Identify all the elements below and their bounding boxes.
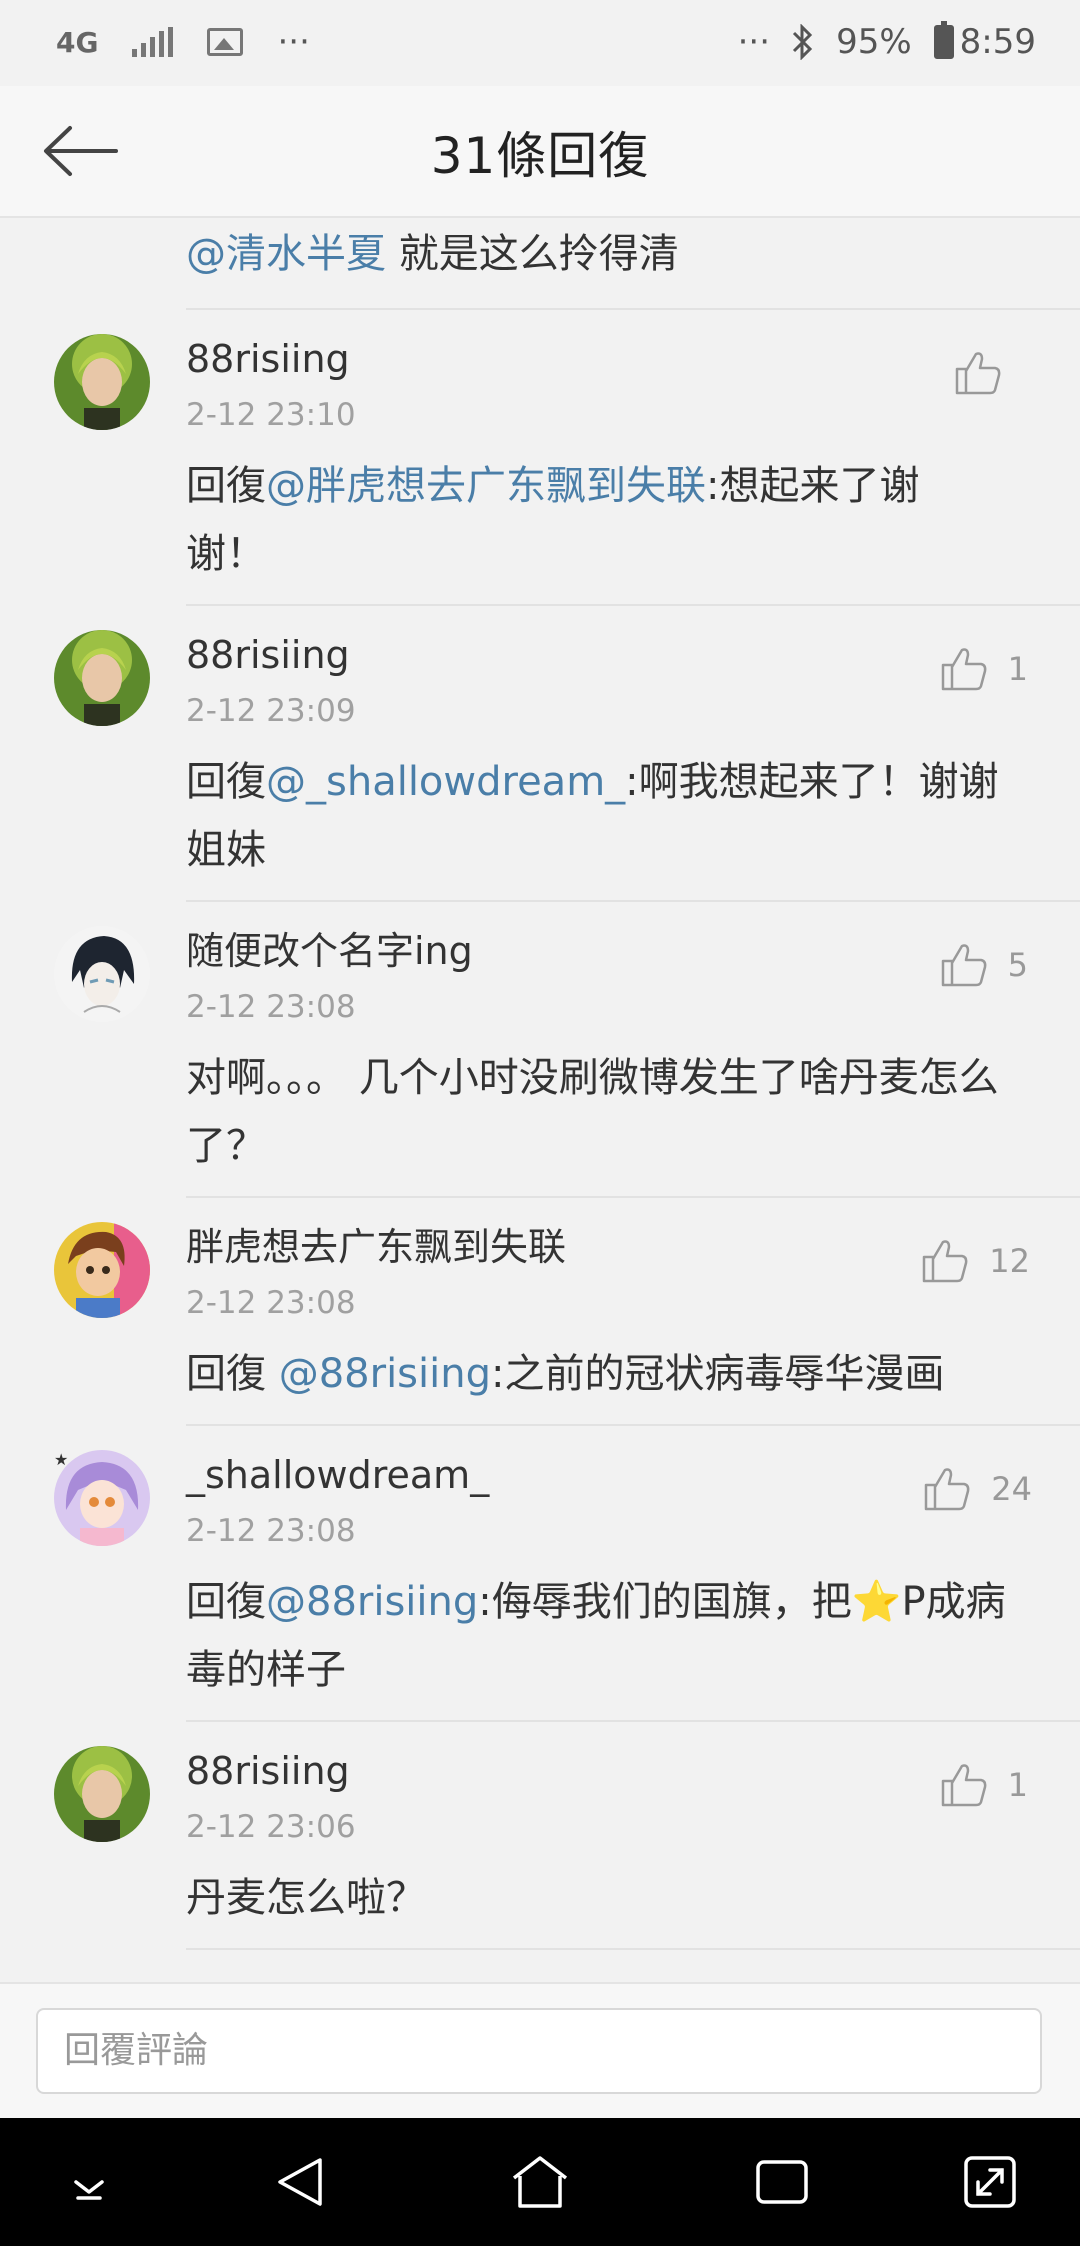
comment-text: 回復 @88risiing:之前的冠状病毒辱华漫画 — [186, 1340, 1030, 1424]
commenter-name[interactable]: 88risiing — [186, 632, 1030, 678]
avatar[interactable] — [54, 1222, 150, 1318]
comment-time: 2-12 23:10 — [186, 397, 356, 433]
clock: 8:59 — [959, 22, 1036, 62]
bluetooth-icon — [793, 24, 813, 60]
reply-bar: 回覆評論 — [0, 1982, 1080, 2118]
commenter-name[interactable]: 随便改个名字ing — [186, 928, 1030, 974]
comment-content: 对啊。。。 几个小时没刷微博发生了啥丹麦怎么了？ — [186, 1055, 999, 1169]
reply-prefix: 回復 — [186, 1351, 279, 1397]
expand-icon[interactable] — [960, 2152, 1020, 2212]
like-button[interactable]: 12 — [921, 1238, 1030, 1284]
like-button[interactable]: 1 — [940, 1762, 1028, 1808]
comment-item[interactable]: ★ _shallowdream_ 2-12 23:08 回復@88risiing… — [0, 1426, 1080, 1722]
recents-icon[interactable] — [752, 2152, 812, 2212]
thumbs-up-icon — [955, 352, 1001, 395]
comment-text: 回復@胖虎想去广东飘到失联:想起来了谢谢！ — [186, 452, 1030, 604]
signal-icon — [132, 27, 174, 57]
commenter-name[interactable]: 88risiing — [186, 336, 1030, 382]
reply-prefix: 回復 — [186, 759, 266, 805]
avatar[interactable] — [54, 926, 150, 1022]
comment-text: 回復@88risiing:侮辱我们的国旗，把⭐P成病毒的样子 — [186, 1568, 1030, 1720]
reply-prefix: 回復 — [186, 1579, 266, 1625]
more-notifications-icon: ··· — [277, 22, 310, 62]
mention-link[interactable]: @_shallowdream_ — [266, 759, 625, 805]
back-triangle-icon[interactable] — [272, 2152, 332, 2212]
thumbs-up-icon — [923, 1240, 968, 1283]
comment-item[interactable]: 88risiing 2-12 23:10 回復@胖虎想去广东飘到失联:想起来了谢… — [0, 310, 1080, 606]
commenter-name[interactable]: 胖虎想去广东飘到失联 — [186, 1224, 1030, 1270]
chevron-down-icon[interactable] — [64, 2152, 114, 2212]
comment-item[interactable]: 胖虎想去广东飘到失联 2-12 23:08 回復 @88risiing:之前的冠… — [0, 1198, 1080, 1426]
battery-icon — [933, 21, 954, 59]
reply-input[interactable]: 回覆評論 — [36, 2008, 1042, 2094]
header: 31條回復 — [0, 86, 1080, 218]
comment-time: 2-12 23:06 — [186, 1809, 356, 1845]
more-status-icon: ··· — [737, 22, 771, 62]
like-count: 1 — [1007, 1766, 1028, 1804]
mention-link[interactable]: @88risiing — [279, 1351, 491, 1397]
like-count: 24 — [991, 1470, 1032, 1508]
like-button[interactable]: 1 — [940, 646, 1028, 692]
mention-link[interactable]: @胖虎想去广东飘到失联 — [266, 463, 706, 509]
thumbs-up-icon — [925, 1468, 970, 1511]
network-indicator: 4G — [56, 25, 99, 59]
thumbs-up-icon — [941, 1764, 987, 1807]
comment-list[interactable]: @清水半夏 就是这么拎得清 88risiing 2-12 23:10 回復@胖虎… — [0, 220, 1080, 1982]
like-button[interactable]: 24 — [923, 1466, 1032, 1512]
comment-time: 2-12 23:08 — [186, 1285, 356, 1321]
home-icon[interactable] — [508, 2152, 572, 2212]
comment-item[interactable]: 88risiing 2-12 23:06 丹麦怎么啦？ 1 — [0, 1722, 1080, 1950]
navigation-bar — [0, 2118, 1080, 2246]
comment-time: 2-12 23:09 — [186, 693, 356, 729]
mention-link[interactable]: @清水半夏 — [186, 231, 386, 277]
comment-text: 回復@_shallowdream_:啊我想起来了！谢谢姐妹 — [186, 748, 1030, 900]
comment-time: 2-12 23:08 — [186, 989, 356, 1025]
comment-item[interactable]: 随便改个名字ing 2-12 23:08 对啊。。。 几个小时没刷微博发生了啥丹… — [0, 902, 1080, 1198]
avatar[interactable]: ★ — [54, 1450, 150, 1546]
like-button[interactable] — [954, 350, 1022, 396]
avatar[interactable] — [54, 1746, 150, 1842]
thumbs-up-icon — [941, 648, 987, 691]
comment-text: 丹麦怎么啦？ — [186, 1864, 1030, 1948]
like-count: 5 — [1007, 946, 1028, 984]
battery-percent: 95% — [836, 22, 912, 62]
comment-time: 2-12 23:08 — [186, 1513, 356, 1549]
page-title: 31條回復 — [430, 127, 650, 185]
reply-prefix: 回復 — [186, 463, 266, 509]
status-bar: 4G ··· ··· 95% 8:59 — [0, 0, 1080, 86]
comment-item[interactable]: 88risiing 2-12 23:09 回復@_shallowdream_:啊… — [0, 606, 1080, 902]
comment-text: 对啊。。。 几个小时没刷微博发生了啥丹麦怎么了？ — [186, 1044, 1030, 1196]
comment-content: :之前的冠状病毒辱华漫画 — [490, 1351, 945, 1397]
comment-text: 就是这么拎得清 — [386, 231, 679, 277]
like-button[interactable]: 5 — [940, 942, 1028, 988]
like-count: 12 — [989, 1242, 1030, 1280]
comment-content: 丹麦怎么啦？ — [186, 1875, 426, 1921]
avatar[interactable] — [54, 630, 150, 726]
partial-comment: @清水半夏 就是这么拎得清 — [186, 220, 1080, 310]
thumbs-up-icon — [941, 944, 987, 987]
mention-link[interactable]: @88risiing — [266, 1579, 478, 1625]
commenter-name[interactable]: 88risiing — [186, 1748, 1030, 1794]
like-count: 1 — [1007, 650, 1028, 688]
image-notification-icon — [207, 28, 244, 56]
commenter-name[interactable]: _shallowdream_ — [186, 1452, 1030, 1498]
avatar[interactable] — [54, 334, 150, 430]
